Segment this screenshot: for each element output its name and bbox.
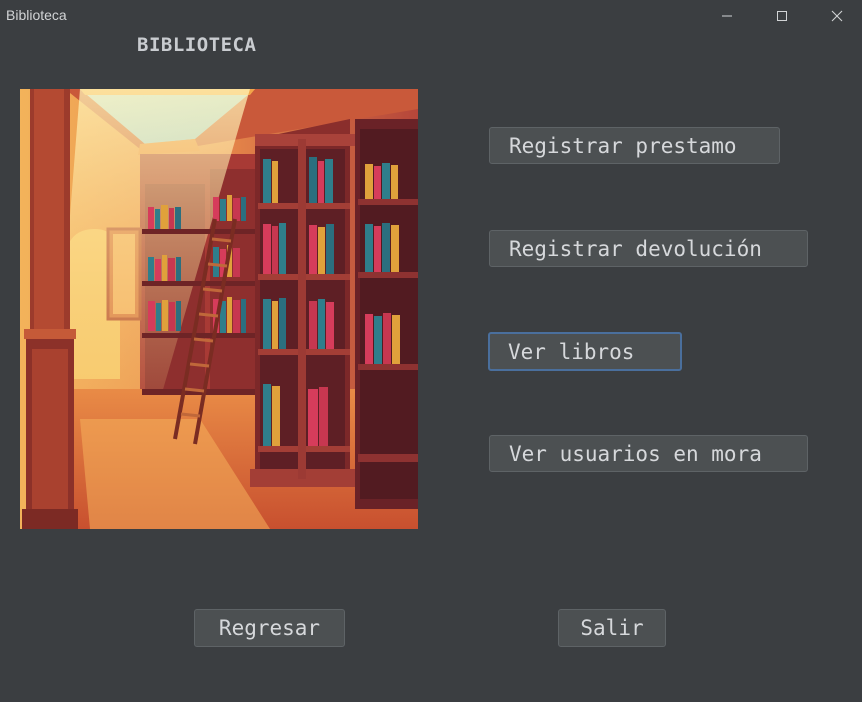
close-icon [831, 10, 843, 21]
page-title: BIBLIOTECA [137, 34, 257, 56]
registrar-prestamo-button[interactable]: Registrar prestamo [489, 127, 780, 164]
library-illustration [20, 89, 418, 529]
ver-usuarios-mora-button[interactable]: Ver usuarios en mora [489, 435, 808, 472]
window-title: Biblioteca [6, 7, 67, 23]
maximize-icon [777, 10, 787, 21]
ver-libros-button[interactable]: Ver libros [488, 332, 682, 371]
minimize-icon [722, 15, 732, 16]
title-bar: Biblioteca [0, 0, 862, 31]
salir-button[interactable]: Salir [558, 609, 666, 647]
app-window: Biblioteca BIBLIOTECA Registrar prestamo… [0, 0, 862, 702]
registrar-devolucion-button[interactable]: Registrar devolución [489, 230, 808, 267]
maximize-button[interactable] [759, 0, 805, 31]
minimize-button[interactable] [704, 0, 750, 31]
regresar-button[interactable]: Regresar [194, 609, 345, 647]
close-button[interactable] [814, 0, 860, 31]
